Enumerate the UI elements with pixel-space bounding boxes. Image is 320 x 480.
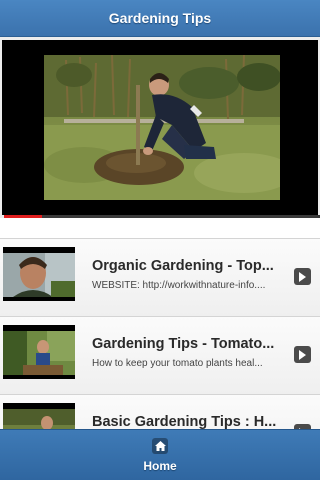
player-frame[interactable] [2, 40, 320, 218]
video-title: Gardening Tips - Tomato... [92, 336, 275, 352]
video-frame[interactable] [44, 55, 280, 200]
video-still-image [44, 55, 280, 200]
chevron-right-icon[interactable] [294, 346, 311, 363]
footer-navbar: Home [0, 429, 320, 480]
home-icon [152, 438, 168, 454]
video-title: Basic Gardening Tips : H... [92, 414, 277, 430]
chevron-right-icon[interactable] [294, 268, 311, 285]
app-header: Gardening Tips [0, 0, 320, 37]
video-progress-fill [4, 215, 42, 218]
list-item[interactable]: Gardening Tips - Tomato... How to keep y… [0, 316, 320, 394]
list-item[interactable]: Organic Gardening - Top... WEBSITE: http… [0, 238, 320, 316]
home-tab[interactable]: Home [0, 430, 320, 480]
video-thumbnail [3, 325, 75, 379]
home-label: Home [143, 459, 177, 473]
video-thumbnail [3, 247, 75, 301]
video-description: How to keep your tomato plants heal... [92, 358, 263, 369]
video-description: WEBSITE: http://workwithnature-info.... [92, 280, 266, 291]
video-player[interactable] [0, 37, 320, 218]
video-title: Organic Gardening - Top... [92, 258, 274, 274]
page-title: Gardening Tips [108, 10, 212, 26]
video-progress-bar[interactable] [4, 215, 320, 218]
